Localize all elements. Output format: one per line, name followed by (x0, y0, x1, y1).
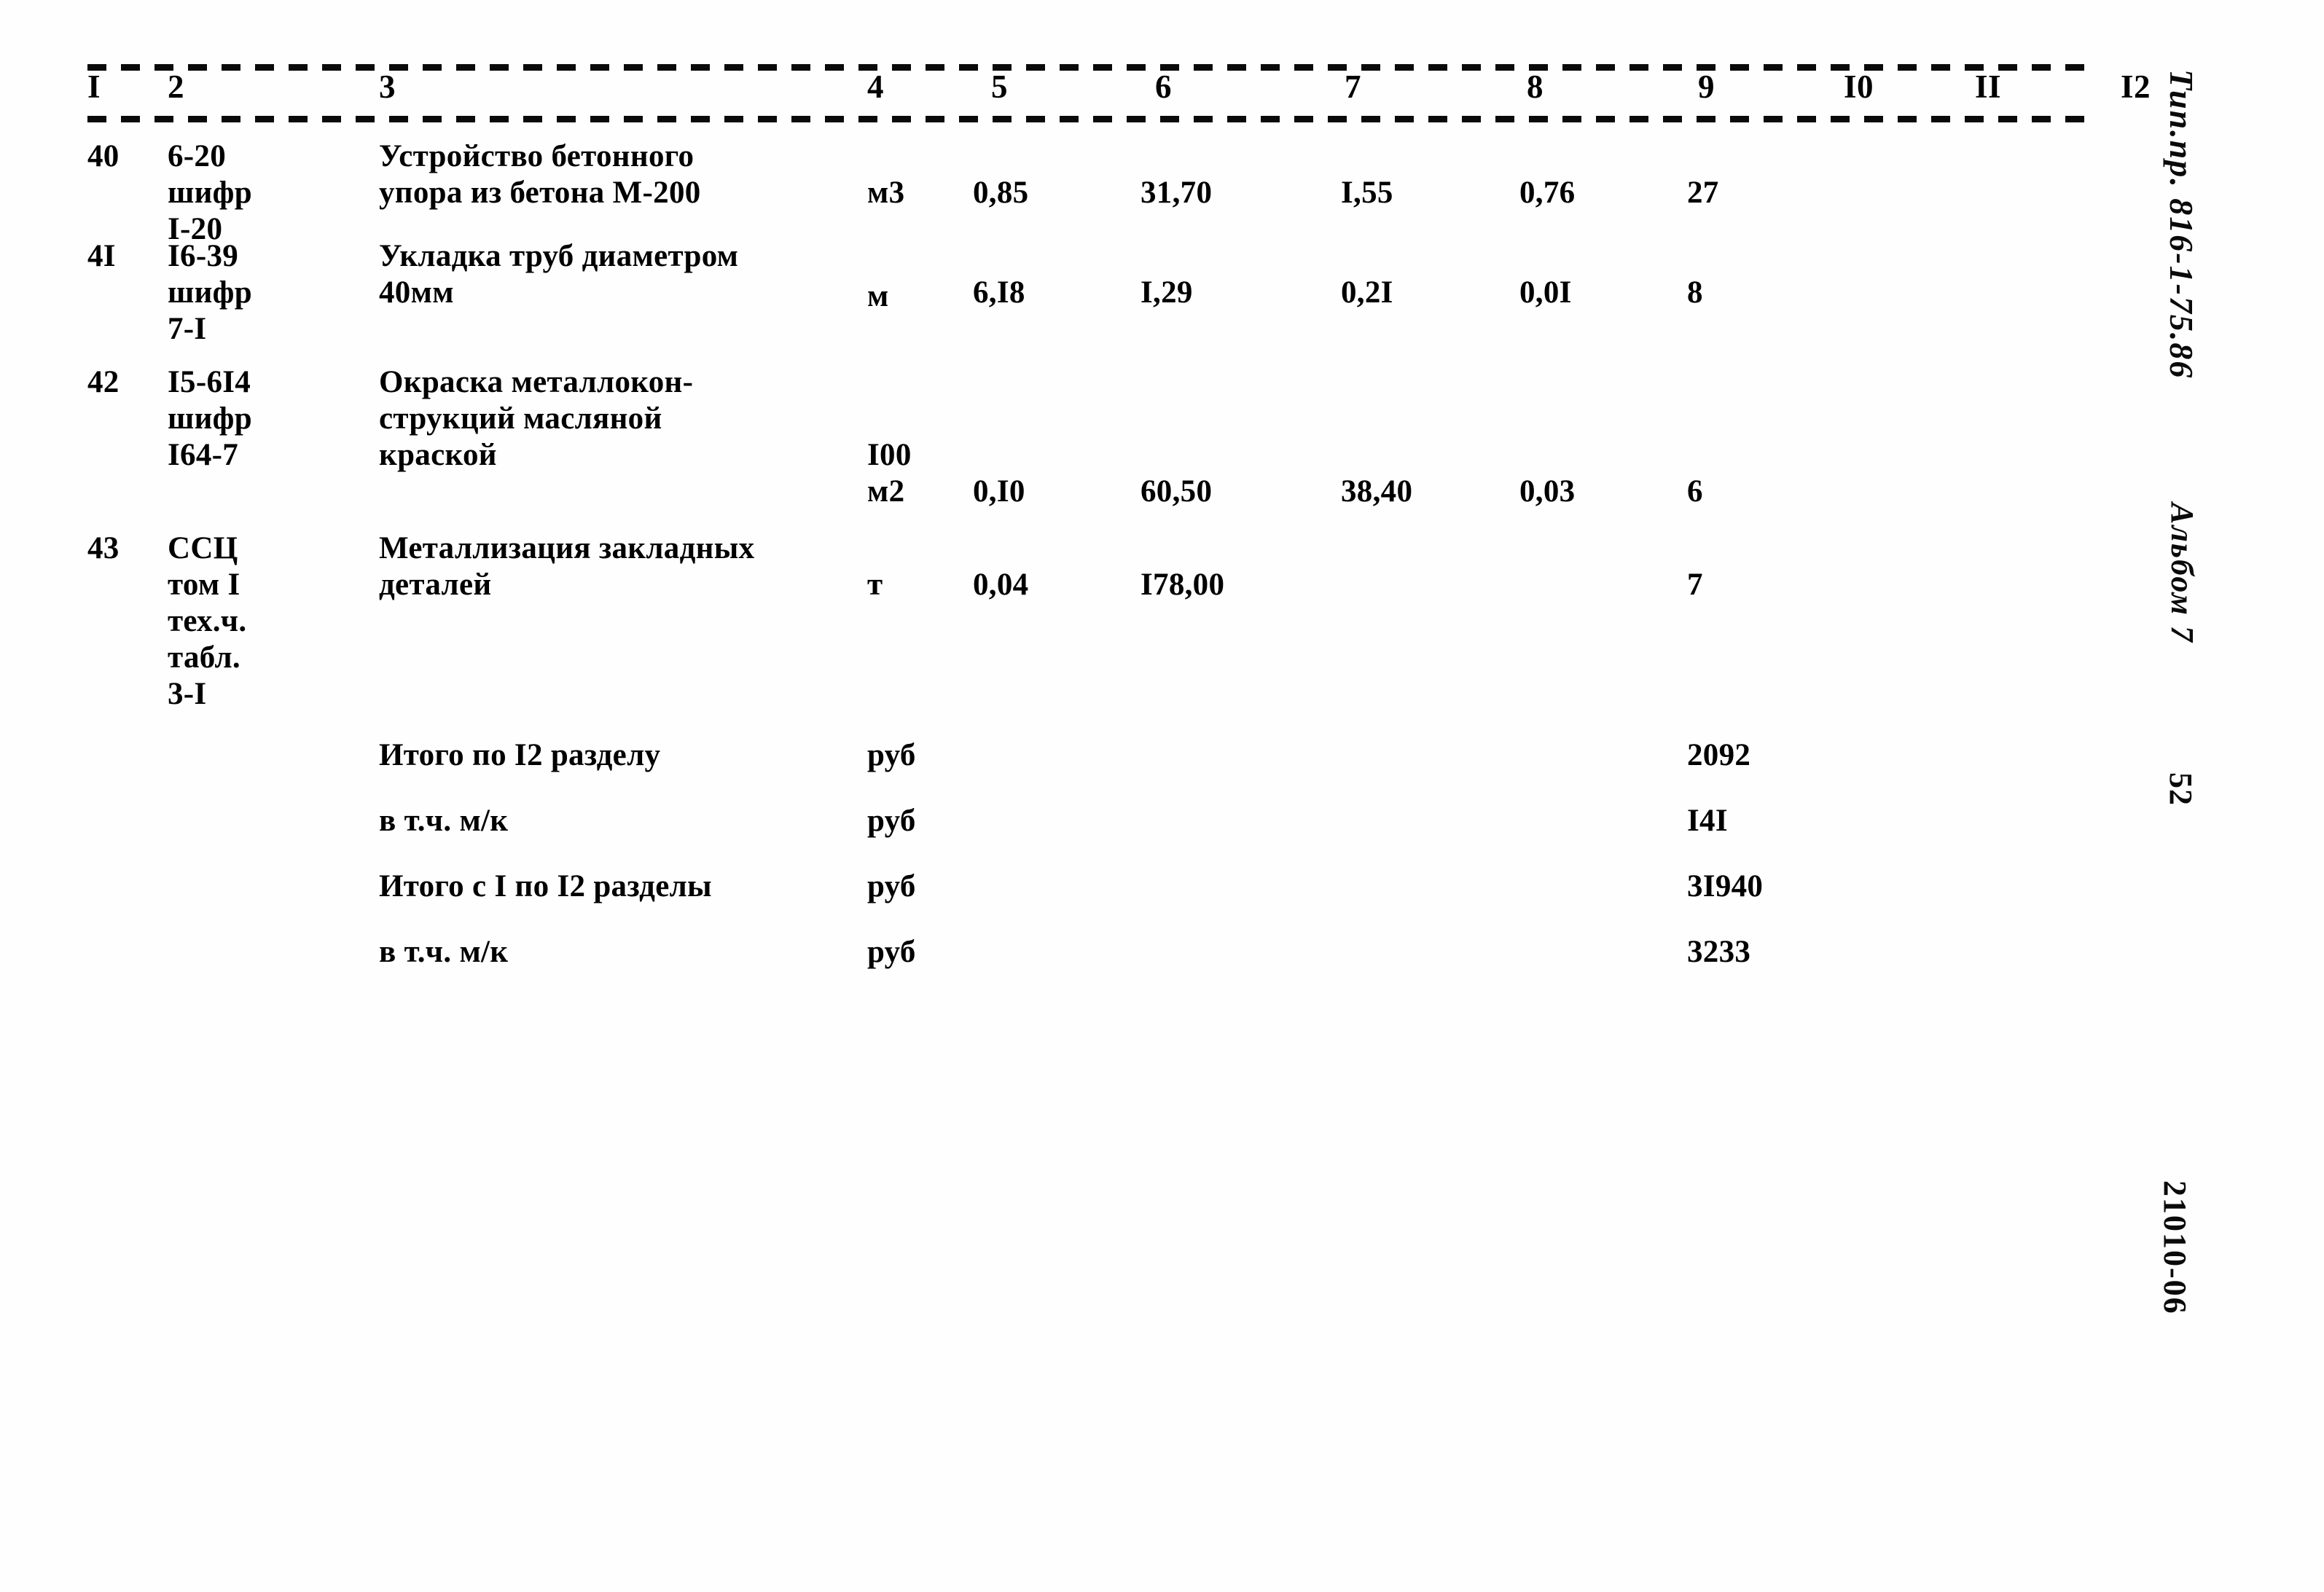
summary-value: 3I940 (1687, 869, 1764, 903)
row-code: I5-6I4 шифр I64-7 (168, 365, 252, 472)
row-value-col9: 8 (1687, 275, 1703, 310)
row-value-col5: 0,I0 (973, 474, 1025, 509)
column-number-7: 7 (1345, 68, 1361, 105)
column-number-8: 8 (1527, 68, 1544, 105)
column-number-9: 9 (1698, 68, 1715, 105)
summary-label: в т.ч. м/к (379, 804, 509, 838)
summary-label: Итого с I по I2 разделы (379, 869, 712, 903)
row-number: 43 (87, 531, 120, 565)
row-value-col6: I,29 (1141, 275, 1193, 310)
stamp-album: Альбом 7 (2164, 503, 2200, 643)
summary-label: Итого по I2 разделу (379, 738, 661, 772)
row-value-col7: 38,40 (1341, 474, 1413, 509)
row-description: Укладка труб диаметром 40мм (379, 239, 739, 310)
column-number-2: 2 (168, 68, 184, 105)
table-column-header-row: I 2 3 4 5 6 7 8 9 I0 II I2 (87, 68, 2151, 116)
column-number-1: I (87, 68, 101, 105)
stamp-page-number: 52 (2163, 772, 2199, 806)
row-value-col9: 27 (1687, 176, 1719, 210)
row-value-col5: 6,I8 (973, 275, 1025, 310)
document-page: I 2 3 4 5 6 7 8 9 I0 II I2 40 6-20 шифр … (0, 0, 2324, 1592)
row-value-col8: 0,0I (1519, 275, 1572, 310)
column-number-3: 3 (379, 68, 396, 105)
row-number: 40 (87, 139, 120, 173)
stamp-document-number: 21010-06 (2157, 1180, 2193, 1315)
column-number-11: II (1975, 68, 2002, 105)
row-code: 6-20 шифр I-20 (168, 139, 252, 246)
column-number-12: I2 (2121, 68, 2151, 105)
row-unit: т (867, 568, 883, 602)
column-number-5: 5 (991, 68, 1008, 105)
summary-value: 2092 (1687, 738, 1751, 772)
table-body: 40 6-20 шифр I-20 Устройство бетонного у… (87, 138, 2099, 998)
table-header-bottom-border (87, 116, 2099, 122)
row-value-col7: 0,2I (1341, 275, 1393, 310)
row-unit: I00 м2 (867, 438, 912, 509)
column-number-6: 6 (1155, 68, 1172, 105)
row-value-col9: 7 (1687, 568, 1703, 602)
summary-unit: руб (867, 738, 916, 772)
row-value-col6: 31,70 (1141, 176, 1213, 210)
row-code: I6-39 шифр 7-I (168, 239, 252, 346)
stamp-type-project: Тип.пр. 816-1-75.86 (2163, 69, 2200, 380)
summary-value: I4I (1687, 804, 1728, 838)
row-description: Металлизация закладных деталей (379, 531, 755, 602)
summary-label: в т.ч. м/к (379, 935, 509, 969)
summary-value: 3233 (1687, 935, 1751, 969)
row-value-col8: 0,76 (1519, 176, 1576, 210)
row-value-col8: 0,03 (1519, 474, 1576, 509)
summary-unit: руб (867, 869, 916, 903)
row-value-col6: 60,50 (1141, 474, 1213, 509)
row-description: Устройство бетонного упора из бетона М-2… (379, 139, 701, 210)
summary-unit: руб (867, 935, 916, 969)
column-number-4: 4 (867, 68, 884, 105)
row-value-col5: 0,85 (973, 176, 1029, 210)
row-number: 42 (87, 365, 120, 399)
row-number: 4I (87, 239, 116, 273)
row-unit: м (867, 279, 889, 313)
column-number-10: I0 (1844, 68, 1874, 105)
row-value-col9: 6 (1687, 474, 1703, 509)
row-description: Окраска металлокон- струкций масляной кр… (379, 365, 694, 472)
summary-unit: руб (867, 804, 916, 838)
row-unit: м3 (867, 176, 905, 210)
row-value-col5: 0,04 (973, 568, 1029, 602)
estimate-table: I 2 3 4 5 6 7 8 9 I0 II I2 40 6-20 шифр … (87, 64, 2151, 998)
row-value-col6: I78,00 (1141, 568, 1225, 602)
row-code: ССЦ том I тех.ч. табл. 3-I (168, 531, 247, 711)
row-value-col7: I,55 (1341, 176, 1393, 210)
